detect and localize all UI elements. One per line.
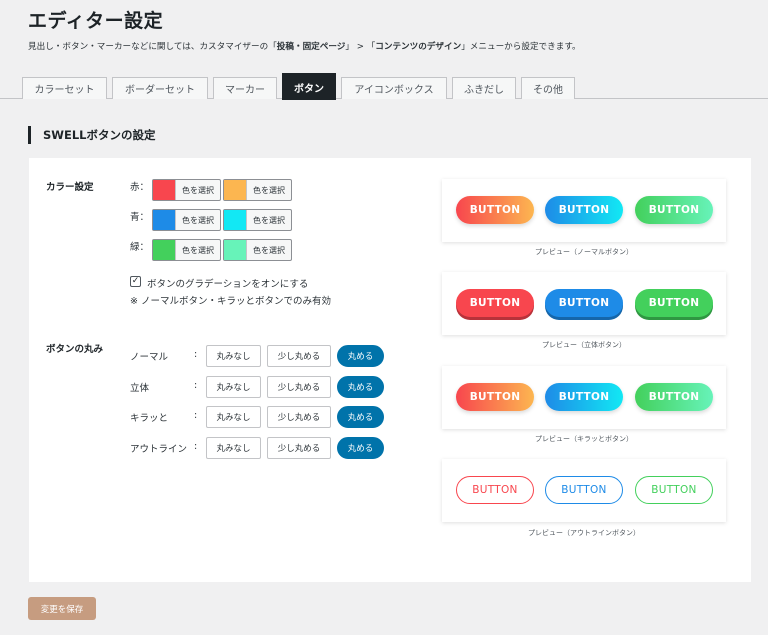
green-light-color-picker[interactable]: 色を選択 xyxy=(223,239,292,261)
round-none-option[interactable]: 丸みなし xyxy=(206,345,261,367)
round-none-option[interactable]: 丸みなし xyxy=(206,376,261,398)
tab-marker[interactable]: マーカー xyxy=(213,77,277,99)
tab-color-set[interactable]: カラーセット xyxy=(22,77,107,99)
round-slight-option[interactable]: 少し丸める xyxy=(267,437,331,459)
tab-button[interactable]: ボタン xyxy=(282,73,336,100)
preview-outline: BUTTON BUTTON BUTTON xyxy=(442,459,726,522)
colon: : xyxy=(194,441,198,452)
round-slight-option[interactable]: 少し丸める xyxy=(267,376,331,398)
color-settings-label: カラー設定 xyxy=(46,182,94,193)
blue-swatch xyxy=(153,210,175,230)
blue-light-swatch xyxy=(224,210,246,230)
preview-caption: プレビュー（ノーマルボタン） xyxy=(535,248,633,256)
pick-color-label: 色を選択 xyxy=(246,240,291,260)
preview-green-button[interactable]: BUTTON xyxy=(635,196,713,224)
roundness-row-label: キラッと xyxy=(130,413,169,424)
section-title: SWELLボタンの設定 xyxy=(28,126,155,144)
color-row-blue-label: 青： xyxy=(130,212,150,223)
roundness-label: ボタンの丸み xyxy=(46,344,104,355)
desc-bold-2: コンテンツのデザイン xyxy=(375,42,462,52)
preview-red-button[interactable]: BUTTON xyxy=(456,383,534,411)
colon: : xyxy=(194,410,198,421)
settings-panel: カラー設定 赤： 色を選択 色を選択 青： 色を選択 色を選択 緑： 色を選択 … xyxy=(29,158,751,582)
round-full-option[interactable]: 丸める xyxy=(337,345,384,367)
green-swatch xyxy=(153,240,175,260)
tab-fukidashi[interactable]: ふきだし xyxy=(452,77,516,99)
preview-caption: プレビュー（アウトラインボタン） xyxy=(528,529,640,537)
gradient-checkbox-label: ボタンのグラデーションをオンにする xyxy=(147,279,309,290)
round-slight-option[interactable]: 少し丸める xyxy=(267,406,331,428)
green-color-picker[interactable]: 色を選択 xyxy=(152,239,221,261)
preview-caption: プレビュー（立体ボタン） xyxy=(542,341,626,349)
page-description: 見出し・ボタン・マーカーなどに関しては、カスタマイザーの「投稿・固定ページ」 >… xyxy=(28,40,581,52)
red-swatch xyxy=(153,180,175,200)
preview-blue-button[interactable]: BUTTON xyxy=(545,476,623,504)
roundness-row-label: アウトライン xyxy=(130,444,188,455)
save-button[interactable]: 変更を保存 xyxy=(28,597,96,620)
red-light-color-picker[interactable]: 色を選択 xyxy=(223,179,292,201)
green-light-swatch xyxy=(224,240,246,260)
preview-blue-button[interactable]: BUTTON xyxy=(545,289,623,317)
blue-color-picker[interactable]: 色を選択 xyxy=(152,209,221,231)
preview-blue-button[interactable]: BUTTON xyxy=(545,196,623,224)
tab-bar: カラーセット ボーダーセット マーカー ボタン アイコンボックス ふきだし その… xyxy=(0,73,768,100)
color-row-red-label: 赤： xyxy=(130,182,150,193)
blue-light-color-picker[interactable]: 色を選択 xyxy=(223,209,292,231)
pick-color-label: 色を選択 xyxy=(246,180,291,200)
colon: : xyxy=(194,380,198,391)
pick-color-label: 色を選択 xyxy=(246,210,291,230)
round-full-option[interactable]: 丸める xyxy=(337,437,384,459)
preview-normal: BUTTON BUTTON BUTTON xyxy=(442,179,726,242)
desc-text-2: 」 > 「 xyxy=(345,42,376,52)
gradient-checkbox[interactable]: ✓ xyxy=(130,276,141,287)
desc-text-1: 見出し・ボタン・マーカーなどに関しては、カスタマイザーの「 xyxy=(28,42,277,52)
red-color-picker[interactable]: 色を選択 xyxy=(152,179,221,201)
desc-text-3: 」メニューから設定できます。 xyxy=(461,42,581,52)
gradient-note: ※ ノーマルボタン・キラッとボタンでのみ有効 xyxy=(130,296,331,307)
red-light-swatch xyxy=(224,180,246,200)
tab-border-set[interactable]: ボーダーセット xyxy=(112,77,208,99)
preview-red-button[interactable]: BUTTON xyxy=(456,289,534,317)
preview-red-button[interactable]: BUTTON xyxy=(456,476,534,504)
page-title: エディター設定 xyxy=(28,10,164,32)
pick-color-label: 色を選択 xyxy=(175,240,220,260)
check-icon: ✓ xyxy=(131,276,140,286)
round-full-option[interactable]: 丸める xyxy=(337,406,384,428)
colon: : xyxy=(194,349,198,360)
round-none-option[interactable]: 丸みなし xyxy=(206,437,261,459)
preview-caption: プレビュー（キラッとボタン） xyxy=(535,435,633,443)
pick-color-label: 色を選択 xyxy=(175,180,220,200)
color-row-green-label: 緑： xyxy=(130,242,150,253)
preview-green-button[interactable]: BUTTON xyxy=(635,476,713,504)
desc-bold-1: 投稿・固定ページ xyxy=(276,42,346,52)
round-full-option[interactable]: 丸める xyxy=(337,376,384,398)
preview-blue-button[interactable]: BUTTON xyxy=(545,383,623,411)
roundness-row-label: 立体 xyxy=(130,383,150,394)
preview-3d: BUTTON BUTTON BUTTON xyxy=(442,272,726,335)
preview-kira: BUTTON BUTTON BUTTON xyxy=(442,366,726,429)
tab-icon-box[interactable]: アイコンボックス xyxy=(341,77,447,99)
preview-green-button[interactable]: BUTTON xyxy=(635,383,713,411)
pick-color-label: 色を選択 xyxy=(175,210,220,230)
tab-other[interactable]: その他 xyxy=(521,77,575,99)
roundness-row-label: ノーマル xyxy=(130,352,169,363)
preview-red-button[interactable]: BUTTON xyxy=(456,196,534,224)
round-none-option[interactable]: 丸みなし xyxy=(206,406,261,428)
preview-green-button[interactable]: BUTTON xyxy=(635,289,713,317)
round-slight-option[interactable]: 少し丸める xyxy=(267,345,331,367)
